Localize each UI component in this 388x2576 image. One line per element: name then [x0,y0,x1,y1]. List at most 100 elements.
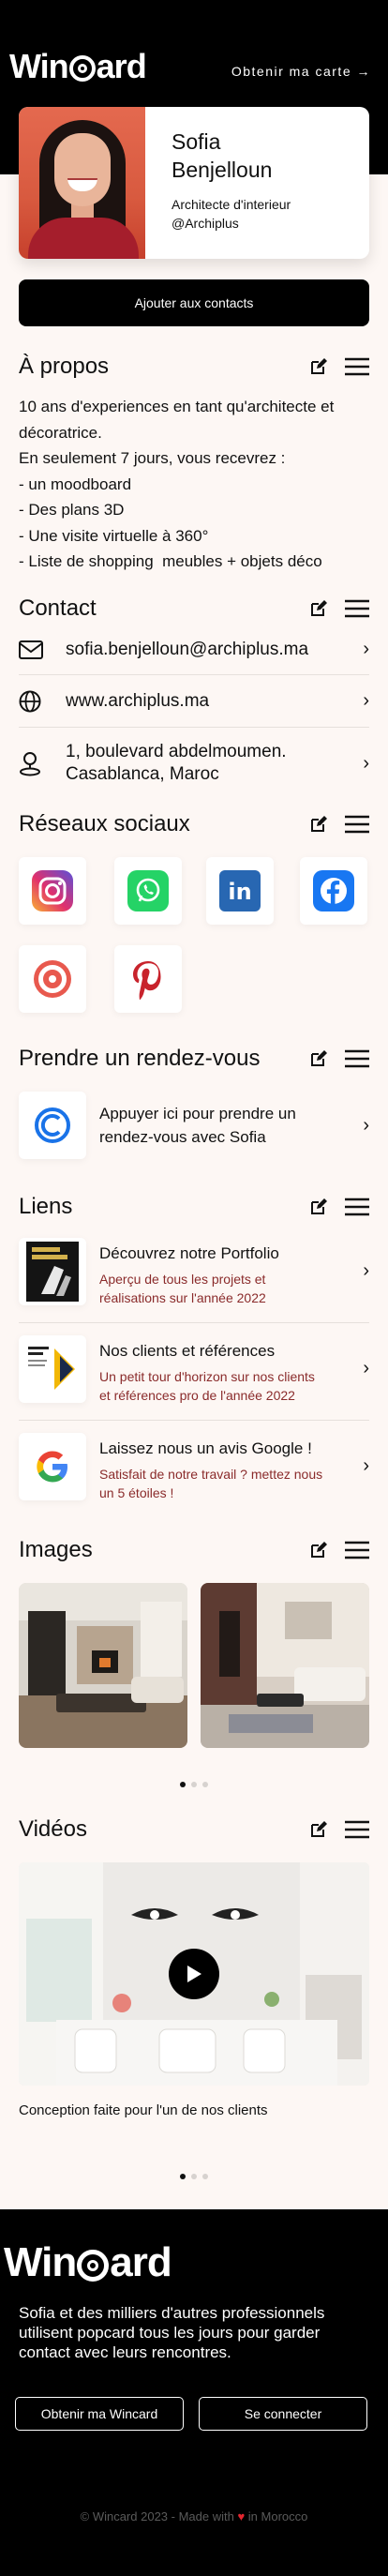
pagination-dot[interactable] [202,2174,208,2179]
link-title: Nos clients et références [99,1342,276,1360]
menu-icon[interactable] [345,1820,369,1839]
about-description: 10 ans d'experiences en tant qu'architec… [19,394,375,575]
footer-tagline: Sofia et des milliers d'autres professio… [19,2303,375,2362]
link-description-line: Satisfait de notre travail ? mettez nous [99,1467,323,1482]
logo-text-left: Win [4,2239,77,2285]
pinterest-icon [133,961,161,1000]
contact-website-row[interactable]: www.archiplus.ma › [19,675,369,728]
about-title: À propos [19,354,110,379]
chevron-right-icon: › [363,1358,369,1378]
edit-icon[interactable] [309,1049,328,1068]
link-description: Un petit tour d'horizon sur nos clients … [99,1367,334,1405]
edit-icon[interactable] [309,599,328,618]
appointment-section-header: Prendre un rendez-vous [19,1045,369,1073]
menu-icon[interactable] [345,1049,369,1068]
edit-icon[interactable] [309,815,328,834]
linkedin-icon: in [219,870,261,911]
appointment-text: Appuyer ici pour prendre un rendez-vous … [99,1102,317,1149]
copyright: © Wincard 2023 - Made with ♥ in Morocco [0,2509,388,2523]
footer-tagline-line: contact avec leurs rencontres. [19,2343,231,2361]
edit-icon[interactable] [309,357,328,376]
link-description-line: réalisations sur l'année 2022 [99,1290,266,1305]
chevron-right-icon: › [363,1114,369,1136]
menu-icon[interactable] [345,815,369,834]
link-google-review[interactable]: Laissez nous un avis Google ! Satisfait … [19,1433,369,1502]
link-portfolio[interactable]: Découvrez notre Portfolio Aperçu de tous… [19,1238,369,1307]
login-button[interactable]: Se connecter [199,2397,367,2431]
edit-icon[interactable] [309,1541,328,1559]
pagination-dot[interactable] [202,1782,208,1787]
contact-title: Contact [19,595,97,621]
facebook-button[interactable] [300,857,367,925]
logo-ring-icon [68,55,96,82]
link-clients-references[interactable]: Nos clients et références Un petit tour … [19,1335,369,1405]
add-to-contacts-button[interactable]: Ajouter aux contacts [19,279,369,326]
pinterest-button[interactable] [114,945,182,1013]
about-line: - un moodboard [19,475,132,493]
profile-job-title: Architecte d'interieur @Archiplus [172,195,291,233]
get-wincard-button[interactable]: Obtenir ma Wincard [15,2397,184,2431]
copyright-left: © Wincard 2023 - Made with [80,2509,234,2523]
link-description-line: Un petit tour d'horizon sur nos clients [99,1369,315,1384]
appointment-title: Prendre un rendez-vous [19,1046,261,1071]
gallery-image[interactable] [19,1583,187,1748]
divider [19,1322,369,1323]
play-button[interactable] [169,1949,219,1999]
about-line: En seulement 7 jours, vous recevrez : [19,449,286,467]
social-section-header: Réseaux sociaux [19,810,369,838]
wincard-logo[interactable]: Win ard [9,47,147,86]
video-player[interactable] [19,1862,369,2086]
contact-address-row[interactable]: 1, boulevard abdelmoumen. Casablanca, Ma… [19,728,369,799]
linkedin-button[interactable]: in [206,857,274,925]
chevron-right-icon: › [363,752,369,774]
link-title: Découvrez notre Portfolio [99,1244,279,1262]
whatsapp-icon [127,870,169,911]
book-appointment-row[interactable]: Appuyer ici pour prendre un rendez-vous … [19,1090,369,1161]
about-line: décoratrice. [19,423,102,442]
pagination-dot[interactable] [191,1782,197,1787]
whatsapp-button[interactable] [114,857,182,925]
profile-first-name: Sofia [172,129,221,154]
globe-icon [19,690,41,712]
images-section-header: Images [19,1536,369,1564]
contact-address: 1, boulevard abdelmoumen. Casablanca, Ma… [66,741,356,786]
get-my-card-link[interactable]: Obtenir ma carte → [231,64,371,79]
instagram-button[interactable] [19,857,86,925]
menu-icon[interactable] [345,599,369,618]
link-description: Satisfait de notre travail ? mettez nous… [99,1465,334,1502]
edit-icon[interactable] [309,1820,328,1839]
menu-icon[interactable] [345,1198,369,1216]
google-thumbnail [19,1433,86,1500]
about-line: - Liste de shopping meubles + objets déc… [19,552,322,570]
contact-section-header: Contact [19,595,369,623]
calendly-icon [35,1107,70,1143]
about-line: 10 ans d'experiences en tant qu'architec… [19,398,335,415]
appointment-line-2: rendez-vous avec Sofia [99,1128,266,1146]
pagination-dot[interactable] [180,2174,186,2179]
contact-email-row[interactable]: sofia.benjelloun@archiplus.ma › [19,625,369,675]
contact-website: www.archiplus.ma [66,690,210,711]
chevron-right-icon: › [363,1455,369,1476]
videos-section-header: Vidéos [19,1815,369,1844]
footer-wincard-logo[interactable]: Win ard [4,2239,172,2286]
svg-text:in: in [228,879,251,905]
facebook-icon [313,870,354,911]
calendly-logo [19,1092,86,1159]
about-section-header: À propos [19,353,369,381]
menu-icon[interactable] [345,1541,369,1559]
about-line: - Des plans 3D [19,501,125,519]
links-title: Liens [19,1194,73,1219]
edit-icon[interactable] [309,1198,328,1216]
menu-icon[interactable] [345,357,369,376]
profile-card: Sofia Benjelloun Architecte d'interieur … [19,107,369,259]
gallery-image[interactable] [201,1583,369,1748]
job-title: Architecte d'interieur [172,197,291,212]
other-social-button[interactable] [19,945,86,1013]
links-section-header: Liens [19,1193,369,1221]
portfolio-thumbnail [19,1238,86,1305]
chevron-right-icon: › [363,690,369,711]
videos-pagination [0,2174,388,2179]
pagination-dot[interactable] [191,2174,197,2179]
pagination-dot[interactable] [180,1782,186,1787]
address-line-1: 1, boulevard abdelmoumen. [66,742,287,761]
